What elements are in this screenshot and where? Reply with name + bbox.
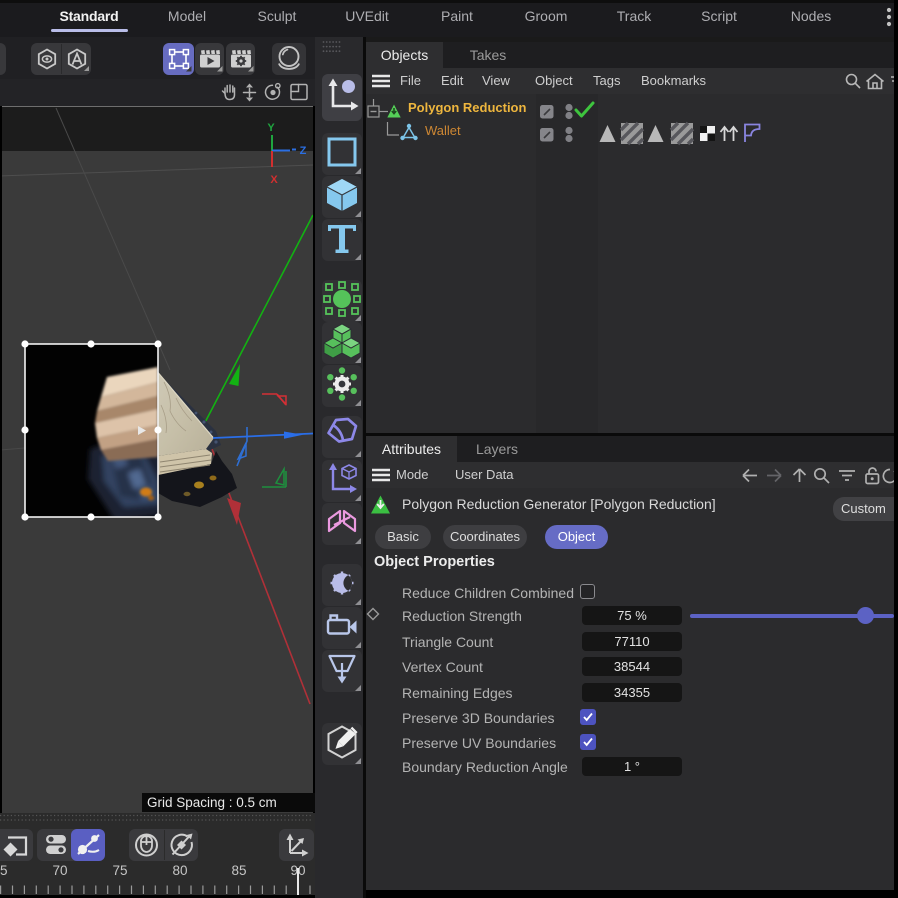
svg-text:Y: Y — [267, 122, 275, 134]
svg-text:Polygon Reduction: Polygon Reduction — [408, 100, 527, 115]
svg-text:Z: Z — [300, 145, 307, 157]
svg-text:X: X — [270, 174, 278, 186]
svg-text:Wallet: Wallet — [425, 123, 461, 138]
